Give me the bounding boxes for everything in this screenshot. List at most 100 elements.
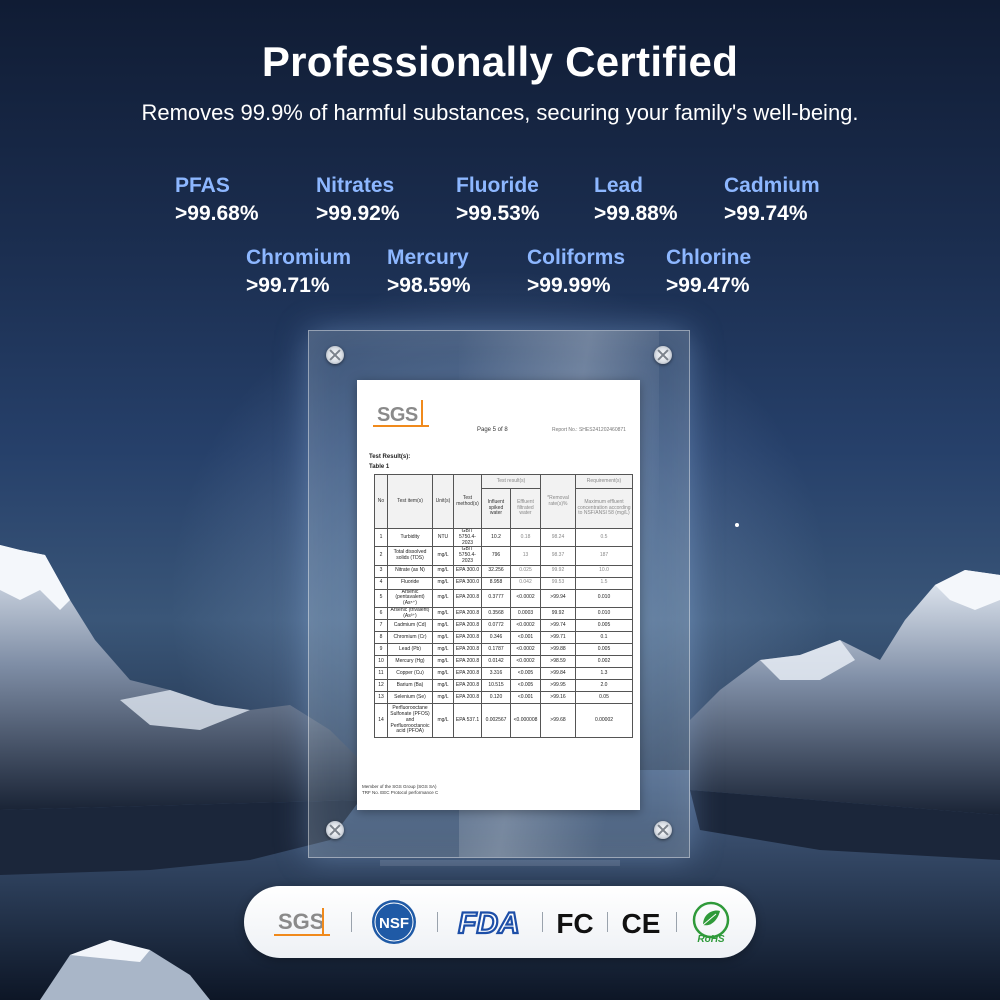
- table-cell-influent: 10.2: [481, 527, 511, 548]
- table-cell-item: Mercury (Hg): [387, 655, 433, 669]
- table-cell-effluent: 13: [510, 546, 541, 566]
- table-cell-removal: >99.95: [540, 679, 576, 693]
- table-cell-item: Fluoride: [387, 576, 433, 590]
- table-cell-unit: mg/L: [432, 655, 454, 669]
- table-cell-no: 9: [374, 643, 388, 657]
- stat-lead: Lead >99.88%: [594, 174, 678, 226]
- table-row: 13 Selenium (Se) mg/L EPA 200.8 0.120 <0.001 >…: [374, 691, 633, 705]
- table-cell-no: 7: [374, 619, 388, 633]
- table-cell-unit: mg/L: [432, 703, 454, 739]
- table-cell-method: EPA 200.8: [453, 691, 482, 705]
- sgs-logo-bar: [421, 400, 423, 426]
- table-cell-unit: mg/L: [432, 691, 454, 705]
- report-section-title: Test Result(s):: [369, 454, 411, 460]
- table-cell-max: 10.0: [575, 564, 633, 578]
- table-cell-effluent: <0.0002: [510, 588, 541, 608]
- table-row: 1 Turbidity NTU GB/T 5750.4-2023 10.2 0.18 98.…: [374, 527, 633, 548]
- header-influent: Influent spiked water: [481, 488, 511, 529]
- header-unit: Unit(s): [432, 474, 454, 529]
- table-cell-max: 0.00002: [575, 703, 633, 739]
- table-cell-max: 187: [575, 546, 633, 566]
- stat-value: >98.59%: [387, 274, 471, 297]
- table-cell-removal: 98.24: [540, 527, 576, 548]
- table-cell-item: Arsenic (trivalent) (As³⁺): [387, 606, 433, 621]
- divider: [542, 912, 543, 932]
- divider: [676, 912, 677, 932]
- header-removal-rate: *Removal rate(s)%: [540, 474, 576, 529]
- table-row: 8 Chromium (Cr) mg/L EPA 200.8 0.346 <0.001 >9…: [374, 631, 633, 645]
- fda-logo-icon: FDA: [457, 906, 521, 941]
- stat-cadmium: Cadmium >99.74%: [724, 174, 820, 226]
- table-cell-effluent: 0.0003: [510, 606, 541, 621]
- table-cell-effluent: 0.025: [510, 564, 541, 578]
- table-cell-max: 0.005: [575, 619, 633, 633]
- table-cell-no: 3: [374, 564, 388, 578]
- table-cell-item: Cadmium (Cd): [387, 619, 433, 633]
- table-cell-effluent: <0.0002: [510, 619, 541, 633]
- table-cell-max: 2.0: [575, 679, 633, 693]
- table-cell-max: 0.002: [575, 655, 633, 669]
- table-row: 4 Fluoride mg/L EPA 300.0 8.958 0.042 99.53 1.5: [374, 576, 633, 590]
- table-row: 14 Perfluorooctane Sulfonate (PFOS) and P…: [374, 703, 633, 739]
- nsf-logo: NSF: [359, 886, 429, 958]
- sgs-test-report: SGS Page 5 of 8 Report No.: SHES24120246…: [357, 380, 640, 810]
- table-row: 2 Total dissolved solids (TDS) mg/L GB/T 57…: [374, 546, 633, 566]
- stat-coliforms: Coliforms >99.99%: [527, 246, 625, 298]
- stat-name: Coliforms: [527, 246, 626, 269]
- report-table-title: Table 1: [369, 464, 390, 470]
- table-cell-item: Barium (Ba): [387, 679, 433, 693]
- table-cell-no: 12: [374, 679, 388, 693]
- table-cell-unit: mg/L: [432, 576, 454, 590]
- fc-logo: FC: [546, 886, 604, 958]
- table-cell-item: Turbidity: [387, 527, 433, 548]
- table-row: 12 Barium (Ba) mg/L EPA 200.8 10.515 <0.005 >9…: [374, 679, 633, 693]
- table-cell-no: 4: [374, 576, 388, 590]
- table-cell-removal: >99.94: [540, 588, 576, 608]
- stat-name: Nitrates: [316, 174, 395, 197]
- table-cell-no: 11: [374, 667, 388, 681]
- table-row: 3 Nitrate (as N) mg/L EPA 300.0 32.256 0.025 9…: [374, 564, 633, 578]
- table-cell-removal: 98.37: [540, 546, 576, 566]
- table-cell-effluent: <0.000008: [510, 703, 541, 739]
- certification-bar: SGS NSF FDA FC CE RoHS: [244, 886, 756, 958]
- table-cell-effluent: <0.0002: [510, 643, 541, 657]
- table-row: 9 Lead (Pb) mg/L EPA 200.8 0.1787 <0.0002 >99.…: [374, 643, 633, 657]
- table-cell-removal: >99.84: [540, 667, 576, 681]
- stat-name: Chromium: [246, 246, 351, 269]
- table-cell-max: 1.3: [575, 667, 633, 681]
- table-cell-method: GB/T 5750.4-2023: [453, 527, 482, 548]
- stat-chromium: Chromium >99.71%: [246, 246, 351, 298]
- table-cell-unit: mg/L: [432, 679, 454, 693]
- ce-logo-icon: CE: [622, 908, 661, 939]
- table-cell-influent: 0.0142: [481, 655, 511, 669]
- table-cell-method: EPA 200.8: [453, 631, 482, 645]
- table-row: 6 Arsenic (trivalent) (As³⁺) mg/L EPA 200.8…: [374, 606, 633, 621]
- table-cell-influent: 8.958: [481, 576, 511, 590]
- fda-logo-text: FDA: [458, 907, 520, 940]
- rohs-logo: RoHS: [682, 886, 740, 958]
- table-cell-item: Total dissolved solids (TDS): [387, 546, 433, 566]
- table-cell-unit: mg/L: [432, 643, 454, 657]
- stat-name: Mercury: [387, 246, 469, 269]
- stat-value: >99.71%: [246, 274, 330, 297]
- stat-name: Fluoride: [456, 174, 539, 197]
- ce-logo-text: CE: [622, 908, 661, 939]
- ce-logo: CE: [612, 886, 670, 958]
- table-cell-effluent: 0.042: [510, 576, 541, 590]
- header-no: No: [374, 474, 388, 529]
- table-cell-removal: >98.59: [540, 655, 576, 669]
- table-row: 7 Cadmium (Cd) mg/L EPA 200.8 0.0772 <0.0002 >…: [374, 619, 633, 633]
- stat-mercury: Mercury >98.59%: [387, 246, 471, 298]
- table-cell-method: EPA 200.8: [453, 643, 482, 657]
- table-cell-method: EPA 200.8: [453, 679, 482, 693]
- table-cell-item: Selenium (Se): [387, 691, 433, 705]
- table-cell-removal: 99.92: [540, 564, 576, 578]
- table-cell-influent: 0.3568: [481, 606, 511, 621]
- table-cell-item: Arsenic (pentavalent) (As⁵⁺): [387, 588, 433, 608]
- table-cell-no: 5: [374, 588, 388, 608]
- table-cell-influent: 0.0772: [481, 619, 511, 633]
- sgs-logo-icon: SGS: [274, 908, 330, 936]
- stat-value: >99.88%: [594, 202, 678, 225]
- header-test-method: Test method(s): [453, 474, 482, 529]
- stat-name: Chlorine: [666, 246, 752, 269]
